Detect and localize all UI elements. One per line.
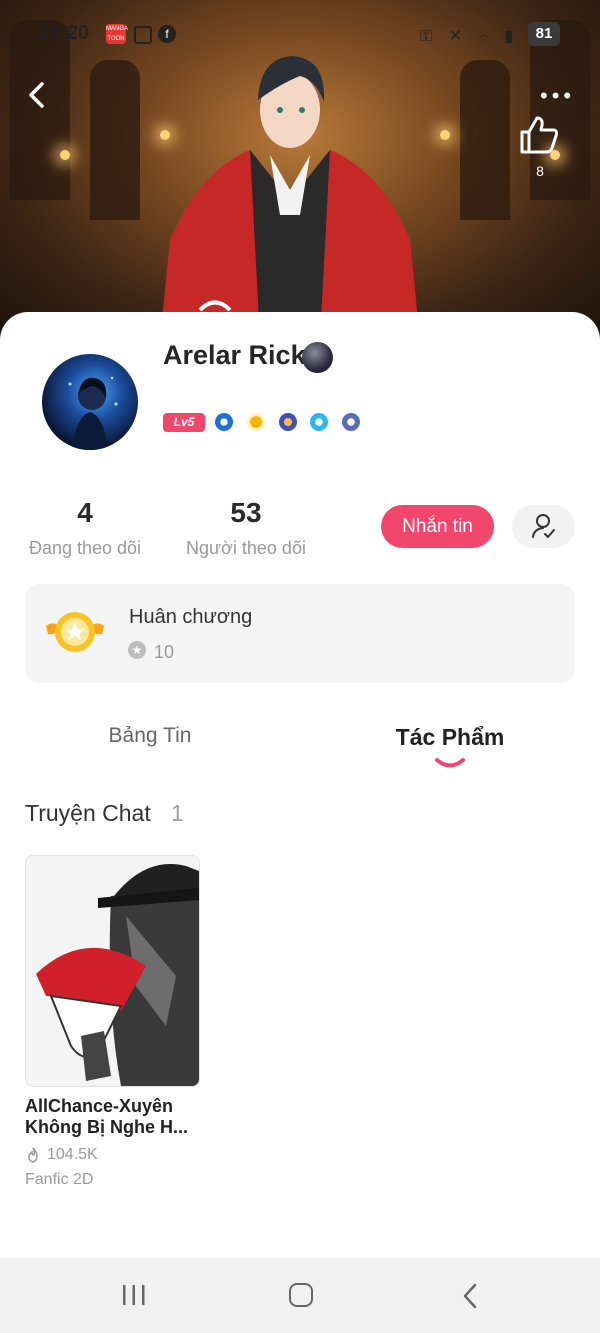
work-cover-image[interactable] [25, 855, 200, 1087]
work-title[interactable]: AllChance-Xuyên Không Bị Nghe H... [25, 1096, 225, 1138]
sun-medal-icon[interactable] [247, 413, 265, 431]
gallery-notification-icon [134, 26, 152, 44]
fire-icon [28, 1147, 38, 1163]
section-count: 1 [171, 800, 184, 826]
work-genre: Fanfic 2D [25, 1171, 94, 1188]
like-count: 8 [536, 163, 544, 179]
active-tab-indicator [435, 758, 465, 768]
shield-medal-icon[interactable] [342, 413, 360, 431]
back-arrow-icon[interactable] [22, 80, 52, 110]
home-icon[interactable] [289, 1283, 313, 1307]
avatar-figure [68, 376, 118, 450]
status-bar: 23:20 MANGA TOON f ⚿ ✕ ⌔ ▮ 81 [0, 20, 600, 52]
thumbs-up-icon[interactable] [516, 112, 562, 158]
following-count[interactable]: 4 [55, 497, 115, 529]
recent-apps-icon[interactable] [120, 1283, 148, 1307]
followers-label[interactable]: Người theo dõi [176, 538, 316, 559]
book-medal-icon[interactable] [279, 413, 297, 431]
nav-back-icon[interactable] [460, 1282, 480, 1310]
gem-medal-icon[interactable] [310, 413, 328, 431]
add-person-icon [532, 514, 555, 538]
profile-name: Arelar Rick [163, 340, 306, 370]
tab-news-feed[interactable]: Bảng Tin [98, 724, 202, 748]
following-label[interactable]: Đang theo dõi [15, 538, 155, 559]
facebook-notification-icon: f [158, 25, 176, 43]
section-title: Truyện Chat [25, 800, 151, 826]
message-button[interactable]: Nhắn tin [381, 505, 494, 548]
medal-icon [46, 612, 104, 652]
medal-count: 10 [154, 642, 175, 662]
cover-illustration [26, 856, 199, 1086]
follow-button[interactable] [512, 505, 575, 548]
mangatoon-notification-icon: MANGA TOON [106, 24, 129, 44]
medal-card[interactable] [25, 584, 575, 683]
profile-frame-badge-icon [302, 342, 333, 373]
star-icon: ★ [128, 641, 146, 659]
more-dots-icon[interactable]: ••• [540, 85, 575, 107]
battery-indicator: 81 [528, 22, 560, 46]
status-time: 23:20 [38, 22, 90, 44]
work-views: 104.5K [47, 1146, 98, 1163]
level-badge[interactable]: Lv5 [163, 413, 205, 432]
character-illustration [160, 56, 420, 340]
tab-works[interactable]: Tác Phẩm [392, 724, 508, 751]
avatar[interactable] [42, 354, 138, 450]
water-drop-medal-icon[interactable] [215, 413, 233, 431]
medal-title: Huân chương [129, 606, 253, 628]
system-status-icons: ⚿ ✕ ⌔ ▮ [420, 28, 520, 45]
followers-count[interactable]: 53 [206, 497, 286, 529]
